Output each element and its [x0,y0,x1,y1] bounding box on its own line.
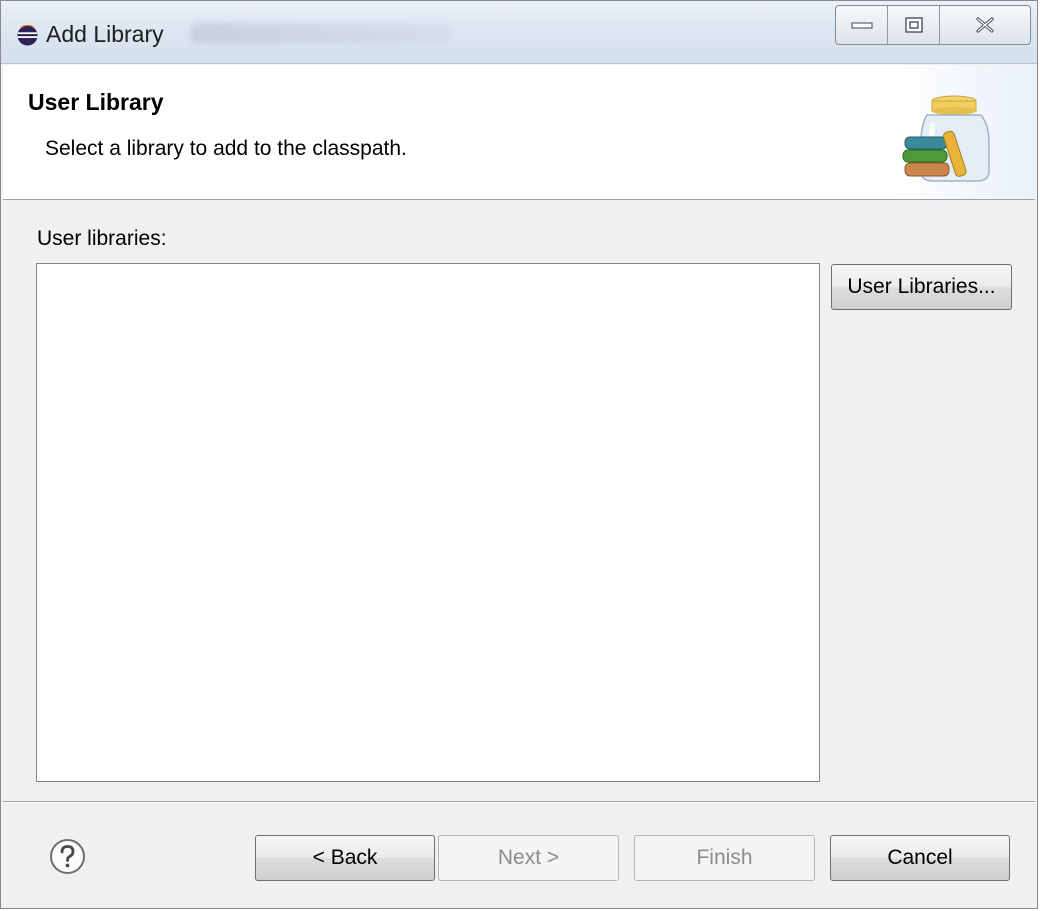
add-library-dialog: Add Library User Library Select a librar… [0,0,1038,909]
page-description: Select a library to add to the classpath… [45,137,407,160]
blurred-title-text [191,23,451,43]
minimize-button[interactable] [836,6,888,44]
user-libraries-button[interactable]: User Libraries... [831,264,1012,310]
user-libraries-list[interactable] [36,263,820,782]
library-jar-icon [902,95,990,182]
close-icon [976,17,994,33]
title-bar[interactable]: Add Library [1,1,1037,64]
eclipse-icon [17,25,38,46]
help-icon[interactable] [49,838,86,875]
window-controls [835,5,1031,45]
next-button[interactable]: Next > [438,835,619,881]
window-title: Add Library [46,21,164,47]
maximize-button[interactable] [888,6,940,44]
maximize-icon [904,17,923,33]
wizard-header: User Library Select a library to add to … [3,65,1035,200]
close-button[interactable] [940,6,1030,44]
cancel-button[interactable]: Cancel [830,835,1010,881]
finish-button[interactable]: Finish [634,835,815,881]
back-button[interactable]: < Back [255,835,435,881]
footer-separator [3,801,1035,803]
minimize-icon [850,22,873,29]
page-title: User Library [28,89,164,115]
user-libraries-label: User libraries: [37,227,167,250]
